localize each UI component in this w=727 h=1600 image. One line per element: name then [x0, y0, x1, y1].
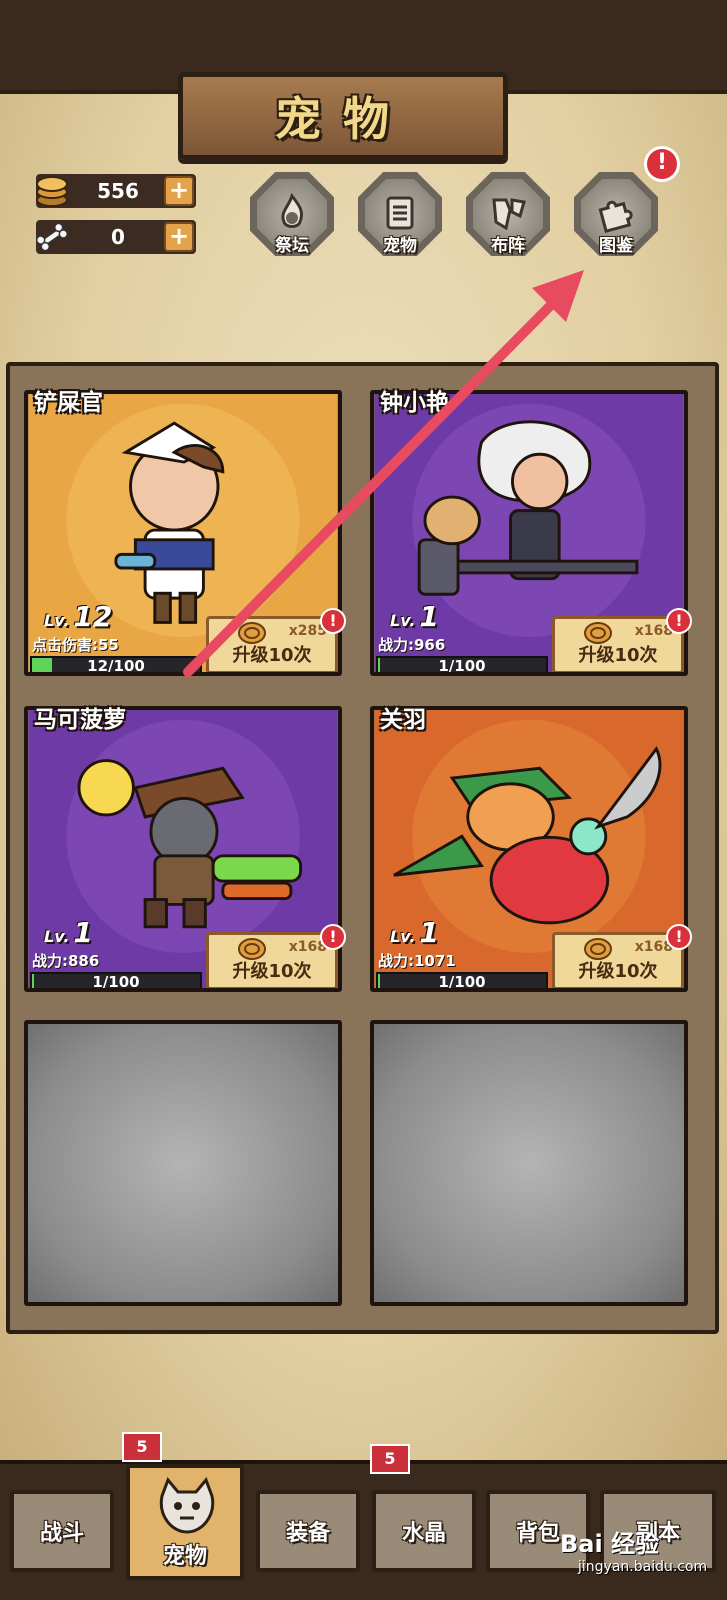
pet-progress-text: 1/100 [438, 657, 486, 675]
pet-level: Lv. 1 [390, 600, 439, 633]
pet-progress-text: 1/100 [438, 973, 486, 991]
cat-face-icon [159, 1477, 215, 1534]
tab-equipment[interactable]: 装备 [256, 1490, 360, 1572]
upgrade-button[interactable]: x168 升级10次 [552, 616, 684, 672]
baidu-watermark: Bai 经验 jingyan.baidu.com [560, 1530, 708, 1575]
tab-pets-badge: 5 [122, 1432, 162, 1462]
tab-crystal-badge: 5 [370, 1444, 410, 1474]
upgrade-label: 升级10次 [232, 961, 312, 982]
collection-alert-badge: ! [644, 146, 680, 182]
page-title: 宠物 [275, 92, 411, 146]
add-coins-button[interactable]: + [164, 176, 194, 206]
pet-progress-bar: 1/100 [376, 656, 548, 675]
upgrade-label: 升级10次 [578, 645, 658, 666]
pet-progress-bar: 1/100 [30, 972, 202, 991]
empty-pet-slot-1 [24, 1020, 342, 1306]
coin-stack-icon [32, 171, 72, 211]
pet-stat: 战力:1071 [378, 952, 456, 970]
upgrade-button[interactable]: x285 升级10次 [206, 616, 338, 672]
upgrade-label: 升级10次 [578, 961, 658, 982]
coin-counter: 556 + [36, 174, 196, 208]
bone-icon [32, 217, 72, 257]
page-title-board: 宠物 [178, 72, 508, 160]
nav-collection-button[interactable]: 图鉴 [572, 172, 660, 260]
pet-progress-text: 12/100 [87, 657, 145, 675]
pet-name: 关羽 [380, 707, 426, 733]
coin-amount: 556 [97, 179, 139, 203]
tab-crystal[interactable]: 水晶 [372, 1490, 476, 1572]
upgrade-button[interactable]: x168 升级10次 [552, 932, 684, 988]
nav-collection-label: 图鉴 [599, 236, 633, 256]
tab-battle[interactable]: 战斗 [10, 1490, 114, 1572]
pet-level: Lv. 12 [44, 600, 113, 633]
nav-formation-label: 布阵 [491, 236, 525, 256]
upgrade-alert-badge: ! [320, 608, 346, 634]
upgrade-alert-badge: ! [320, 924, 346, 950]
upgrade-alert-badge: ! [666, 608, 692, 634]
pet-stat: 战力:966 [378, 636, 446, 654]
pet-name: 铲屎官 [34, 390, 103, 416]
empty-pet-slot-2 [370, 1020, 688, 1306]
pet-stat: 点击伤害:55 [32, 636, 119, 654]
nav-pets-label: 宠物 [383, 236, 417, 256]
bone-amount: 0 [111, 225, 125, 249]
pet-card-4[interactable]: Lv. 1 战力:1071 1/100 x168 升级10次 [370, 706, 688, 992]
pet-card-2[interactable]: Lv. 1 战力:966 1/100 x168 升级10次 [370, 390, 688, 676]
pet-progress-bar: 12/100 [30, 656, 202, 675]
pet-level: Lv. 1 [44, 916, 93, 949]
nav-altar-label: 祭坛 [275, 236, 309, 256]
pet-progress-bar: 1/100 [376, 972, 548, 991]
bone-counter: 0 + [35, 220, 196, 254]
pet-name: 钟小艳 [380, 390, 449, 416]
upgrade-button[interactable]: x168 升级10次 [206, 932, 338, 988]
upgrade-label: 升级10次 [232, 645, 312, 666]
upgrade-alert-badge: ! [666, 924, 692, 950]
pet-card-3[interactable]: Lv. 1 战力:886 1/100 x168 升级10次 [24, 706, 342, 992]
add-bones-button[interactable]: + [164, 222, 194, 252]
pet-card-1[interactable]: Lv. 12 点击伤害:55 12/100 x285 升级10次 [24, 390, 342, 676]
pet-level: Lv. 1 [390, 916, 439, 949]
tab-pets[interactable]: 宠物 [126, 1464, 244, 1580]
nav-altar-button[interactable]: 祭坛 [248, 172, 336, 260]
nav-formation-button[interactable]: 布阵 [464, 172, 552, 260]
pet-name: 马可菠萝 [34, 707, 126, 733]
pet-stat: 战力:886 [32, 952, 100, 970]
pet-progress-text: 1/100 [92, 973, 140, 991]
nav-pets-button[interactable]: 宠物 [356, 172, 444, 260]
